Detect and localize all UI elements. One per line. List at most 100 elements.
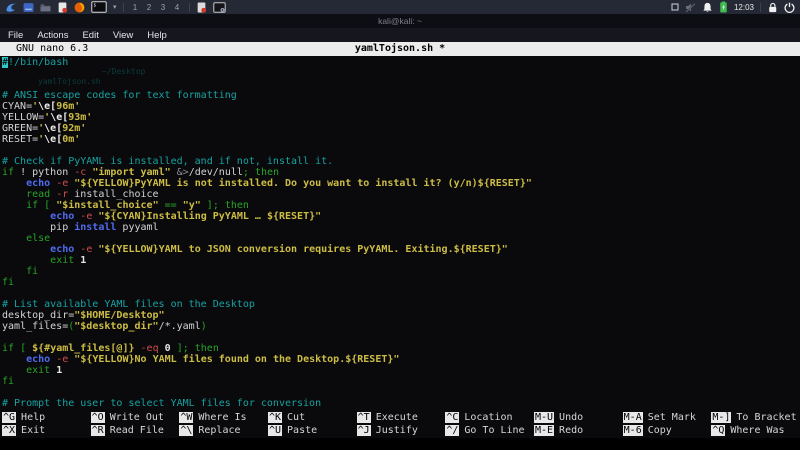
window-title: kali@kali: ~ bbox=[378, 16, 422, 26]
shortcut-paste[interactable]: ^UPaste bbox=[268, 424, 357, 437]
code-line: CYAN='\e[96m' bbox=[0, 101, 800, 112]
code-line: pip install pyyaml bbox=[0, 222, 800, 233]
shortcut-read-file[interactable]: ^RRead File bbox=[91, 424, 180, 437]
shortcut-location[interactable]: ^C Location bbox=[445, 411, 534, 424]
shortcut-redo[interactable]: M-ERedo bbox=[534, 424, 623, 437]
shortcut-write-out[interactable]: ^O Write Out bbox=[91, 411, 180, 424]
code-line: echo -e "${YELLOW}YAML to JSON conversio… bbox=[0, 244, 800, 255]
code-line: GREEN='\e[92m' bbox=[0, 123, 800, 134]
shortcut-label: Copy bbox=[648, 425, 672, 436]
shortcut-exit[interactable]: ^X Exit bbox=[2, 424, 91, 437]
shortcut-key: ^Q bbox=[711, 425, 725, 436]
firefox-icon[interactable] bbox=[74, 1, 85, 13]
shortcut-key: ^K bbox=[268, 412, 282, 423]
editor-area[interactable]: #!/bin/bash # ANSI escape codes for text… bbox=[0, 56, 800, 410]
panel-tray: 12:03 bbox=[671, 0, 795, 14]
code-line: read -r install_choice bbox=[0, 189, 800, 200]
shortcut-column: ^TExecute^JJustify bbox=[357, 411, 446, 438]
audio-muted-icon[interactable] bbox=[685, 1, 696, 13]
shortcut-key: ^\ bbox=[179, 425, 193, 436]
terminal-launcher-icon[interactable]: $ bbox=[91, 1, 107, 13]
battery-icon[interactable] bbox=[719, 1, 728, 13]
shortcut-where-was[interactable]: ^Q Where Was bbox=[711, 424, 800, 437]
code-line bbox=[0, 79, 800, 90]
shortcut-label: Undo bbox=[559, 412, 583, 423]
shortcut-column: M-U UndoM-ERedo bbox=[534, 411, 623, 438]
svg-text:$: $ bbox=[94, 3, 97, 9]
window-titlebar[interactable]: kali@kali: ~ bbox=[0, 14, 800, 28]
power-icon[interactable] bbox=[784, 1, 795, 13]
notification-bell-icon[interactable] bbox=[702, 1, 713, 13]
code-line: exit 1 bbox=[0, 365, 800, 376]
top-panel: $ ▾ 1234 12:0 bbox=[0, 0, 800, 14]
shortcut-key: ^W bbox=[179, 412, 193, 423]
shortcut-column: M-ASet MarkM-6Copy bbox=[623, 411, 712, 438]
lock-screen-icon[interactable] bbox=[767, 1, 778, 13]
shortcut-label: Location bbox=[464, 412, 512, 423]
shortcut-label: Where Was bbox=[730, 425, 784, 436]
shortcut-key: ^G bbox=[2, 412, 16, 423]
panel-launchers: $ ▾ 1234 bbox=[5, 0, 226, 14]
menu-view[interactable]: View bbox=[113, 30, 133, 41]
shortcut-label: Exit bbox=[21, 425, 45, 436]
shortcut-key: ^U bbox=[268, 425, 282, 436]
shortcut-copy[interactable]: M-6Copy bbox=[623, 424, 712, 437]
panel-clock[interactable]: 12:03 bbox=[734, 3, 754, 12]
shortcut-go-to-line[interactable]: ^/Go To Line bbox=[445, 424, 534, 437]
code-line: if ! python -c "import yaml" &>/dev/null… bbox=[0, 167, 800, 178]
shortcut-column: ^GHelp^X Exit bbox=[2, 411, 91, 438]
workspace-3[interactable]: 3 bbox=[158, 3, 169, 12]
menu-help[interactable]: Help bbox=[147, 30, 167, 41]
shortcut-column: ^KCut^UPaste bbox=[268, 411, 357, 438]
folder-icon[interactable] bbox=[40, 1, 51, 13]
chevron-down-icon[interactable]: ▾ bbox=[113, 3, 117, 11]
shortcut-set-mark[interactable]: M-ASet Mark bbox=[623, 411, 712, 424]
code-line bbox=[0, 145, 800, 156]
shortcut-undo[interactable]: M-U Undo bbox=[534, 411, 623, 424]
menu-edit[interactable]: Edit bbox=[82, 30, 98, 41]
window-button-icon[interactable] bbox=[671, 1, 679, 13]
workspace-4[interactable]: 4 bbox=[172, 3, 183, 12]
code-line: fi bbox=[0, 376, 800, 387]
shortcut-label: Write Out bbox=[110, 412, 164, 423]
ghost-text: ~/Desktop bbox=[102, 67, 145, 76]
shortcut-execute[interactable]: ^TExecute bbox=[357, 411, 446, 424]
code-line: # List available YAML files on the Deskt… bbox=[0, 299, 800, 310]
shortcut-key: ^O bbox=[91, 412, 105, 423]
shortcut-key: M-U bbox=[534, 412, 554, 423]
code-line: if [ "$install_choice" == "y" ]; then bbox=[0, 200, 800, 211]
nano-titlebar: GNU nano 6.3 yamlTojson.sh * bbox=[0, 42, 800, 56]
shortcut-where-is[interactable]: ^WWhere Is bbox=[179, 411, 268, 424]
workspace-1[interactable]: 1 bbox=[130, 3, 141, 12]
code-line: fi bbox=[0, 266, 800, 277]
shortcut-label: Redo bbox=[559, 425, 583, 436]
menubar: File Actions Edit View Help bbox=[0, 28, 800, 42]
shortcut-replace[interactable]: ^\Replace bbox=[179, 424, 268, 437]
shortcut-key: ^C bbox=[445, 412, 459, 423]
shortcut-to-bracket[interactable]: M-]To Bracket bbox=[711, 411, 800, 424]
nano-filename: yamlTojson.sh * bbox=[0, 42, 800, 56]
shortcut-label: Go To Line bbox=[464, 425, 524, 436]
screenshot-tool-icon[interactable] bbox=[196, 1, 207, 13]
workspace-2[interactable]: 2 bbox=[144, 3, 155, 12]
shortcut-justify[interactable]: ^JJustify bbox=[357, 424, 446, 437]
shortcut-cut[interactable]: ^KCut bbox=[268, 411, 357, 424]
shortcut-label: To Bracket bbox=[736, 412, 796, 423]
code-line: echo -e "${YELLOW}PyYAML is not installe… bbox=[0, 178, 800, 189]
text-editor-icon[interactable] bbox=[57, 1, 68, 13]
panel-separator bbox=[123, 3, 124, 12]
menu-file[interactable]: File bbox=[8, 30, 23, 41]
terminal-settings-icon[interactable] bbox=[213, 1, 226, 13]
shortcut-key: ^X bbox=[2, 425, 16, 436]
file-manager-icon[interactable] bbox=[23, 1, 34, 13]
code-line: else bbox=[0, 233, 800, 244]
code-line: YELLOW='\e[93m' bbox=[0, 112, 800, 123]
shortcut-column: ^WWhere Is^\Replace bbox=[179, 411, 268, 438]
shortcut-help[interactable]: ^GHelp bbox=[2, 411, 91, 424]
code-line: # ANSI escape codes for text formatting bbox=[0, 90, 800, 101]
menu-actions[interactable]: Actions bbox=[37, 30, 68, 41]
workspace-switcher[interactable]: 1234 bbox=[130, 3, 183, 12]
kali-menu-icon[interactable] bbox=[5, 1, 17, 13]
shortcut-label: Justify bbox=[376, 425, 418, 436]
panel-separator bbox=[760, 3, 761, 12]
